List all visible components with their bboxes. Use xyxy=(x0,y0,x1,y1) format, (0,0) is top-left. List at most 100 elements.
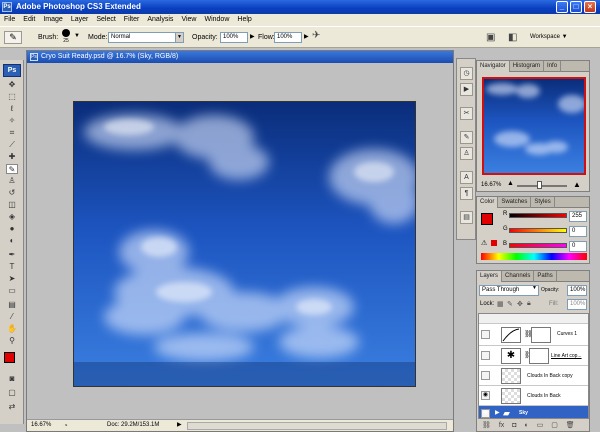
tab-paths[interactable]: Paths xyxy=(534,271,557,282)
new-group-icon[interactable]: ▭ xyxy=(537,422,544,429)
menu-layer[interactable]: Layer xyxy=(67,16,93,23)
history-brush-tool-icon[interactable]: ↺ xyxy=(6,188,18,198)
navigator-zoom-value[interactable]: 16.67% xyxy=(481,182,501,188)
visibility-toggle[interactable] xyxy=(481,330,490,339)
paragraph-panel-icon[interactable]: ¶ xyxy=(460,187,473,200)
brush-dropdown-icon[interactable]: ▼ xyxy=(74,33,80,39)
foreground-color-swatch[interactable] xyxy=(4,352,15,363)
clone-source-icon[interactable]: ♙ xyxy=(460,147,473,160)
layer-comps-icon[interactable]: ▤ xyxy=(460,211,473,224)
layer-style-icon[interactable]: fx xyxy=(499,422,504,429)
zoom-slider-thumb[interactable] xyxy=(537,181,542,189)
color-foreground-swatch[interactable] xyxy=(481,213,493,225)
maximize-button[interactable]: □ xyxy=(570,1,582,13)
crop-tool-icon[interactable]: ⌗ xyxy=(6,128,18,138)
history-panel-icon[interactable]: ◷ xyxy=(460,67,473,80)
status-menu-icon[interactable]: ▶ xyxy=(177,420,182,431)
flow-field[interactable]: 100% xyxy=(274,32,302,43)
tab-navigator[interactable]: Navigator xyxy=(477,61,510,72)
character-panel-icon[interactable]: A xyxy=(460,171,473,184)
menu-edit[interactable]: Edit xyxy=(19,16,39,23)
document-canvas[interactable] xyxy=(73,101,416,387)
layer-name[interactable]: Clouds In Back copy xyxy=(527,373,573,379)
brush-tool-icon[interactable]: ✎ xyxy=(6,164,18,174)
color-ramp[interactable] xyxy=(481,253,587,260)
flow-slider-icon[interactable]: ▶ xyxy=(304,33,309,40)
brushes-panel-icon[interactable]: ✎ xyxy=(460,131,473,144)
layer-name[interactable]: Line Art cop... xyxy=(551,353,582,359)
b-slider[interactable] xyxy=(509,243,567,248)
menu-view[interactable]: View xyxy=(177,16,200,23)
fill-field[interactable]: 100% xyxy=(567,299,587,310)
horizontal-scrollbar[interactable] xyxy=(187,422,447,430)
lock-all-icon[interactable]: 🔒︎ xyxy=(527,300,531,308)
mode-select[interactable]: Normal xyxy=(108,32,184,43)
blend-mode-dropdown-icon[interactable]: ▼ xyxy=(532,285,537,291)
zoom-level[interactable]: 16.67% xyxy=(31,420,51,431)
hand-tool-icon[interactable]: ✋ xyxy=(6,324,18,334)
paint-bucket-tool-icon[interactable]: ◈ xyxy=(6,212,18,222)
lasso-tool-icon[interactable]: ℓ xyxy=(6,104,18,114)
visibility-toggle[interactable] xyxy=(481,371,490,380)
navigator-preview[interactable] xyxy=(482,77,586,175)
adjustment-layer-icon[interactable]: ◐ xyxy=(524,422,528,429)
airbrush-icon[interactable]: ✈ xyxy=(312,30,320,41)
shape-tool-icon[interactable]: ▭ xyxy=(6,286,18,296)
layer-row-line-art[interactable]: ✱ ⛓ Line Art cop... xyxy=(479,346,588,366)
bridge-icon[interactable]: ◧ xyxy=(508,32,517,43)
layer-row-sky-group[interactable]: ◉ ▶ ▰ Sky xyxy=(479,406,588,418)
menu-select[interactable]: Select xyxy=(92,16,119,23)
lock-transparency-icon[interactable]: ▦ xyxy=(497,300,504,308)
layer-row-curves[interactable]: ⛓ Curves 1 xyxy=(479,324,588,346)
menu-analysis[interactable]: Analysis xyxy=(143,16,177,23)
actions-panel-icon[interactable]: ▶ xyxy=(460,83,473,96)
r-slider[interactable] xyxy=(509,213,567,218)
layer-row-partial[interactable] xyxy=(479,314,588,324)
marquee-tool-icon[interactable]: ⬚ xyxy=(6,92,18,102)
menu-image[interactable]: Image xyxy=(39,16,66,23)
tool-preset-picker[interactable]: ✎ xyxy=(4,31,22,44)
file-browser-icon[interactable]: ▣ xyxy=(486,32,495,43)
eraser-tool-icon[interactable]: ◫ xyxy=(6,200,18,210)
delete-layer-icon[interactable]: 🗑︎ xyxy=(566,422,575,429)
gamut-swatch[interactable] xyxy=(491,240,497,246)
g-value[interactable]: 0 xyxy=(569,226,587,237)
blur-tool-icon[interactable]: ● xyxy=(6,224,18,234)
type-tool-icon[interactable]: T xyxy=(6,262,18,272)
layer-row-clouds-copy[interactable]: Clouds In Back copy xyxy=(479,366,588,386)
blend-mode-select[interactable]: Pass Through xyxy=(479,285,539,296)
b-value[interactable]: 0 xyxy=(569,241,587,252)
tab-swatches[interactable]: Swatches xyxy=(498,197,532,208)
menu-filter[interactable]: Filter xyxy=(120,16,144,23)
layer-opacity-field[interactable]: 100% xyxy=(567,285,587,296)
quick-mask-icon[interactable]: ◙ xyxy=(6,374,18,384)
g-slider[interactable] xyxy=(509,228,567,233)
eye-icon[interactable]: ◉ xyxy=(481,391,490,400)
tab-color[interactable]: Color xyxy=(477,197,499,208)
tab-styles[interactable]: Styles xyxy=(531,197,555,208)
tab-histogram[interactable]: Histogram xyxy=(510,61,545,72)
layer-name[interactable]: Curves 1 xyxy=(557,331,577,337)
slice-tool-icon[interactable]: ⟋ xyxy=(6,140,18,150)
zoom-tool-icon[interactable]: ⚲ xyxy=(6,336,18,346)
tab-channels[interactable]: Channels xyxy=(502,271,535,282)
expand-triangle-icon[interactable]: ▶ xyxy=(495,409,500,416)
layer-name[interactable]: Sky xyxy=(519,410,528,416)
zoom-out-icon[interactable]: ▲ xyxy=(507,180,514,187)
lock-position-icon[interactable]: ✥ xyxy=(517,300,523,308)
link-layers-icon[interactable]: ⛓ xyxy=(482,422,491,429)
notes-tool-icon[interactable]: ▤ xyxy=(6,300,18,310)
r-value[interactable]: 255 xyxy=(569,211,587,222)
layer-name[interactable]: Clouds In Back xyxy=(527,393,561,399)
zoom-in-icon[interactable]: ▲ xyxy=(573,180,581,189)
magic-wand-tool-icon[interactable]: ✧ xyxy=(6,116,18,126)
tab-layers[interactable]: Layers xyxy=(477,271,503,282)
menu-window[interactable]: Window xyxy=(200,16,233,23)
out-of-gamut-icon[interactable]: ⚠ xyxy=(481,239,487,247)
eye-icon[interactable]: ◉ xyxy=(481,409,490,418)
tab-info[interactable]: Info xyxy=(544,61,562,72)
eyedropper-tool-icon[interactable]: ⁄ xyxy=(6,312,18,322)
dodge-tool-icon[interactable]: ◐ xyxy=(6,236,18,246)
brush-picker[interactable]: 25 xyxy=(60,29,72,44)
workspace-menu[interactable]: Workspace ▼ xyxy=(530,34,568,40)
